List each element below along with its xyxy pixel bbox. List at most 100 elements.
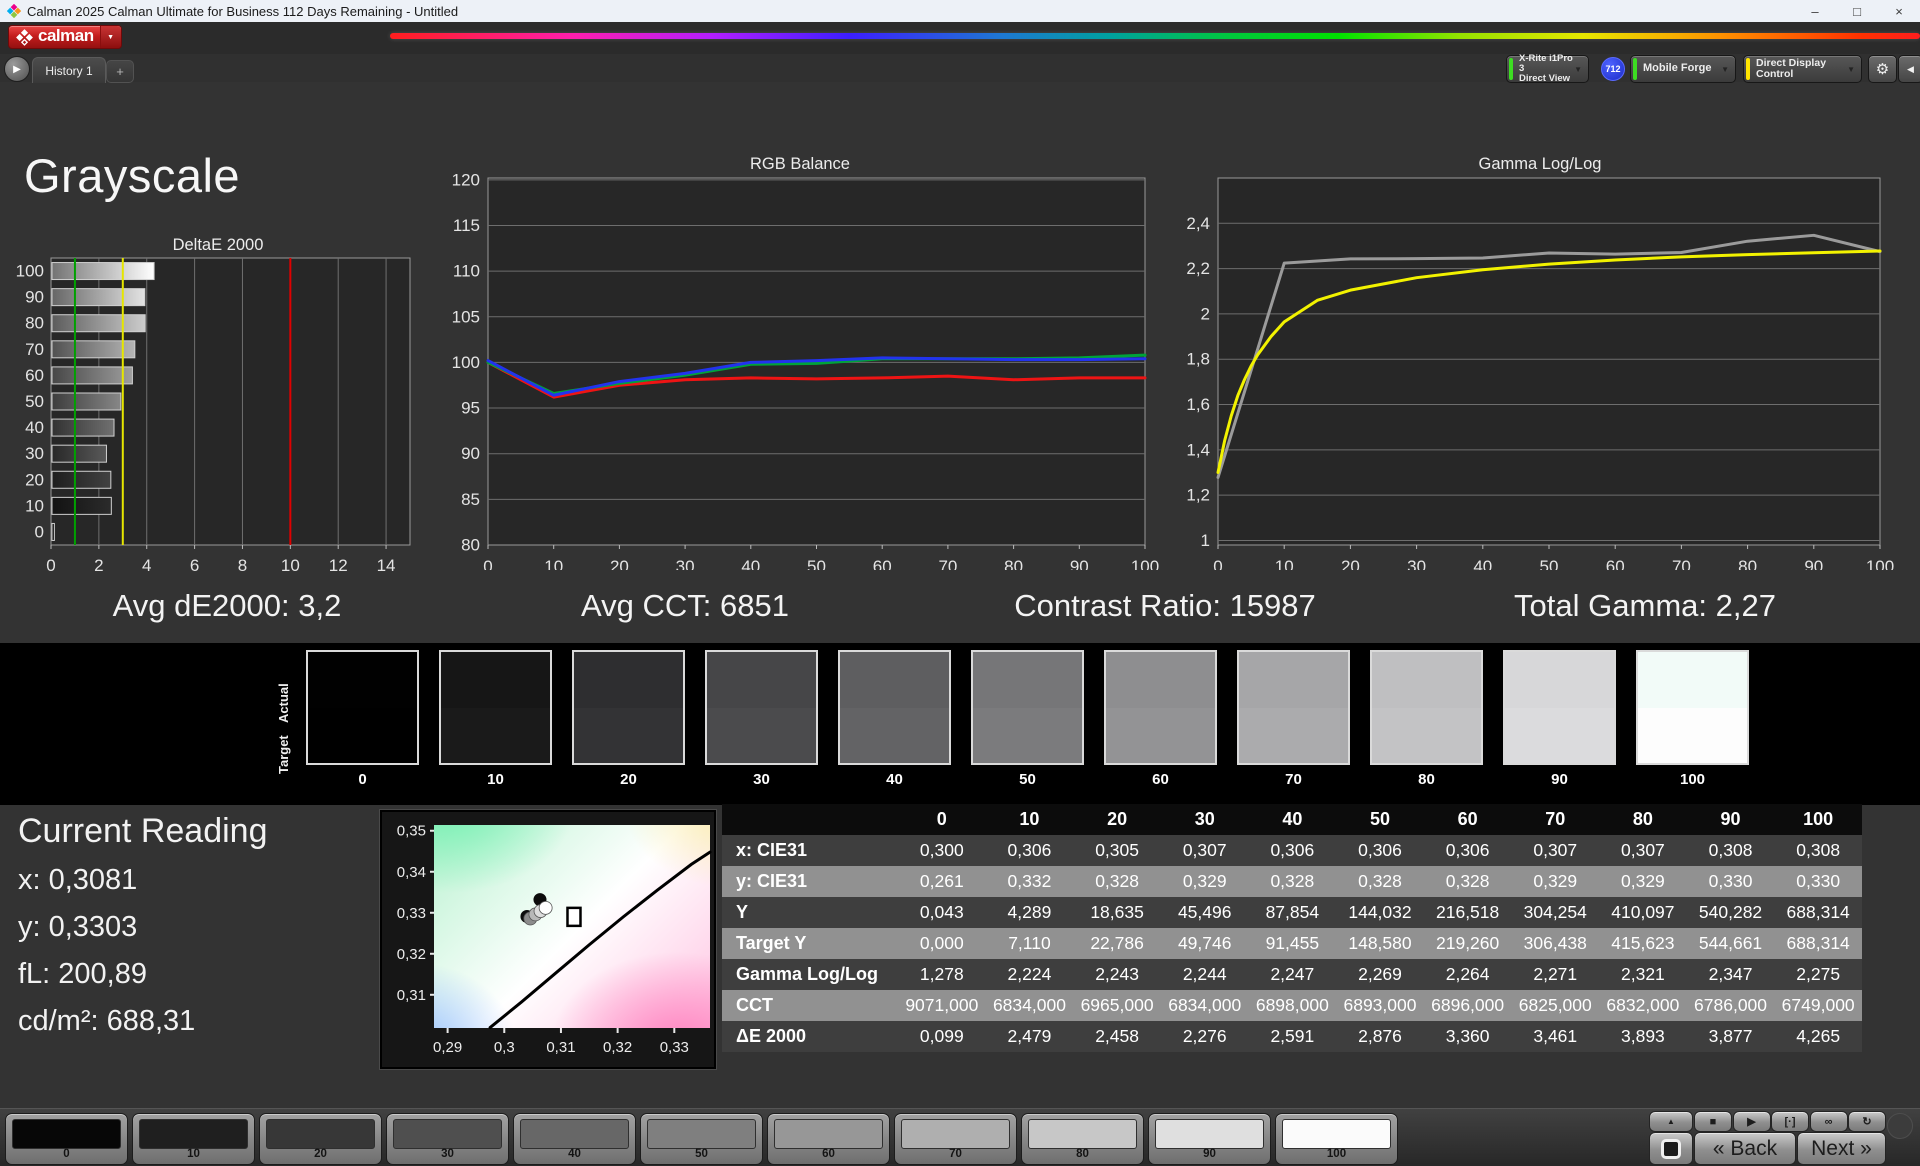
pattern-level-button-20[interactable]: 20 [259,1113,382,1165]
table-column-header: 60 [1423,804,1512,835]
continuous-measure-button[interactable]: ∞ [1809,1111,1848,1132]
grayscale-swatch-0 [306,650,419,765]
svg-text:60: 60 [1606,557,1625,570]
pattern-level-button-30[interactable]: 30 [386,1113,509,1165]
collapse-tray-button[interactable]: ▲ [1649,1111,1693,1132]
target-swatch [1372,707,1481,763]
table-row-label: Target Y [722,928,898,959]
stop-button[interactable]: ■ [1694,1111,1732,1132]
table-cell: 0,328 [1073,866,1161,897]
pattern-level-button-90[interactable]: 90 [1148,1113,1271,1165]
single-measure-button[interactable]: [·] [1771,1111,1809,1132]
svg-text:80: 80 [25,314,44,333]
svg-text:105: 105 [452,307,480,326]
pattern-swatch [1282,1119,1391,1149]
history-play-button[interactable]: ▶ [4,56,30,82]
maximize-button[interactable]: □ [1836,0,1878,22]
svg-text:100: 100 [1131,557,1159,570]
table-cell: 6786,000 [1686,990,1775,1021]
svg-text:70: 70 [25,340,44,359]
gamma-loglog-chart: 2,4 2,2 2 1,8 1,6 1,4 1,2 1 0 10 20 30 40 50 60 70 80 90 1… [1170,170,1915,576]
target-swatch [574,707,683,763]
table-cell: 4,289 [985,897,1074,928]
svg-text:70: 70 [1672,557,1691,570]
rainbow-accent-strip [390,33,1920,39]
table-cell: 2,458 [1073,1021,1161,1052]
close-button[interactable]: × [1878,0,1920,22]
collapse-panel-icon[interactable]: ◀ [1898,55,1920,83]
svg-text:20: 20 [1341,557,1360,570]
calman-menu-chevron-icon[interactable]: ▼ [99,26,121,48]
table-cell: 415,623 [1599,928,1687,959]
svg-text:50: 50 [25,392,44,411]
pattern-window-button[interactable] [1649,1132,1693,1165]
pattern-level-button-70[interactable]: 70 [894,1113,1017,1165]
table-cell: 2,876 [1336,1021,1424,1052]
window-title: Calman 2025 Calman Ultimate for Business… [27,3,459,19]
actual-swatch [1372,652,1481,708]
gear-icon[interactable]: ⚙ [1868,55,1897,83]
svg-text:12: 12 [329,556,348,575]
target-swatch [1638,707,1747,763]
meter-count-badge[interactable]: 712 [1601,57,1625,81]
table-cell: 6898,000 [1248,990,1337,1021]
reading-y-value: y: 0,3303 [18,911,138,943]
table-cell: 2,269 [1336,959,1424,990]
table-cell: 6896,000 [1423,990,1512,1021]
svg-text:60: 60 [25,366,44,385]
calman-menu-button[interactable]: calman ▼ [8,25,122,49]
table-cell: 6749,000 [1774,990,1862,1021]
pattern-level-button-0[interactable]: 0 [5,1113,128,1165]
pattern-level-button-100[interactable]: 100 [1275,1113,1398,1165]
pattern-level-label: 30 [441,1148,454,1160]
add-tab-button[interactable]: + [106,60,134,83]
svg-text:120: 120 [452,170,480,189]
svg-text:50: 50 [1540,557,1559,570]
svg-text:0,34: 0,34 [397,864,426,881]
table-cell: 2,224 [985,959,1074,990]
play-button[interactable]: ▶ [1732,1111,1771,1132]
table-cell: 0,332 [985,866,1074,897]
table-cell: 3,461 [1511,1021,1600,1052]
table-cell: 0,329 [1511,866,1600,897]
table-cell: 6893,000 [1336,990,1424,1021]
target-swatch [308,707,417,763]
svg-text:0: 0 [46,556,55,575]
pattern-window-icon [1661,1138,1681,1159]
svg-text:80: 80 [461,536,480,555]
svg-text:1,6: 1,6 [1186,395,1210,414]
meter-dropdown[interactable]: X-Rite i1Pro 3 Direct View ▼ [1506,53,1589,84]
table-cell: 6834,000 [985,990,1074,1021]
pattern-level-button-60[interactable]: 60 [767,1113,890,1165]
target-swatch [973,707,1082,763]
source-dropdown[interactable]: Mobile Forge ▼ [1630,55,1736,83]
target-swatch [1106,707,1215,763]
pattern-level-button-80[interactable]: 80 [1021,1113,1144,1165]
pattern-swatch [139,1119,248,1149]
svg-text:1: 1 [1201,531,1210,550]
table-cell: 91,455 [1248,928,1337,959]
svg-text:90: 90 [461,444,480,463]
actual-swatch [973,652,1082,708]
target-swatch [1505,707,1614,763]
display-control-dropdown[interactable]: Direct Display Control ▼ [1743,55,1862,83]
svg-text:90: 90 [1804,557,1823,570]
svg-text:80: 80 [1004,557,1023,570]
minimize-button[interactable]: – [1794,0,1836,22]
svg-text:115: 115 [453,216,480,235]
pattern-level-button-10[interactable]: 10 [132,1113,255,1165]
refresh-button[interactable]: ↻ [1848,1111,1886,1132]
table-cell: 6832,000 [1599,990,1687,1021]
swatch-level-label: 50 [1019,771,1036,788]
next-button[interactable]: Next » [1797,1132,1886,1165]
table-cell: 0,306 [1248,835,1337,866]
reading-fl-value: fL: 200,89 [18,958,147,990]
pattern-level-button-50[interactable]: 50 [640,1113,763,1165]
tab-history-1[interactable]: History 1 [32,57,106,83]
svg-text:40: 40 [25,418,44,437]
pattern-level-button-40[interactable]: 40 [513,1113,636,1165]
back-button[interactable]: « Back [1694,1132,1796,1165]
pattern-level-label: 90 [1203,1148,1216,1160]
calman-diamond-icon [16,28,33,46]
table-cell: 7,110 [985,928,1074,959]
